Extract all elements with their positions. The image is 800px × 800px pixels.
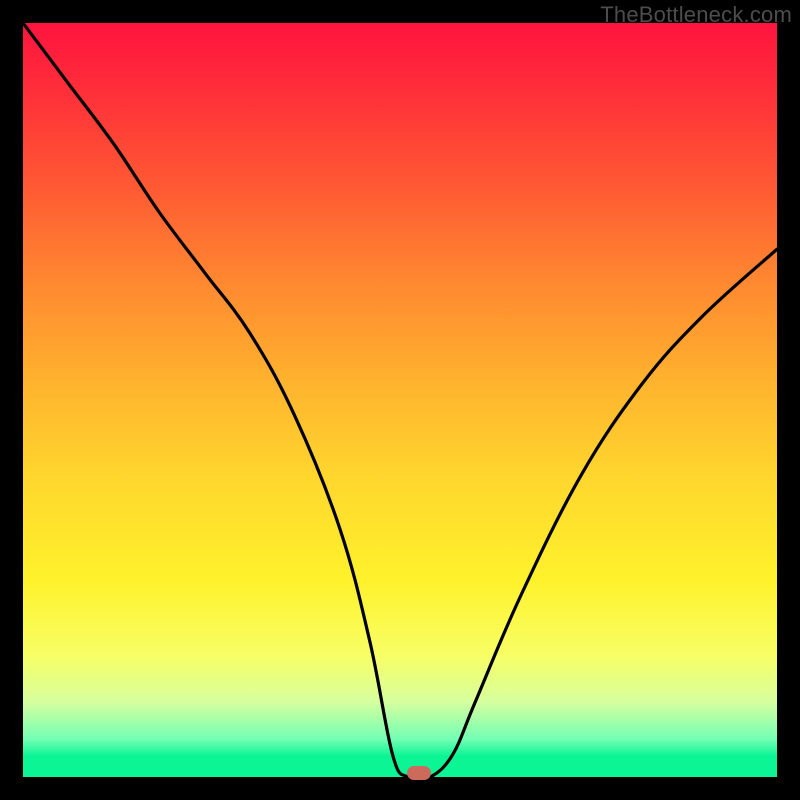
- bottleneck-curve: [23, 23, 777, 777]
- optimal-marker: [407, 766, 431, 780]
- watermark-text: TheBottleneck.com: [600, 2, 792, 28]
- chart-frame: TheBottleneck.com: [0, 0, 800, 800]
- plot-area: [23, 23, 777, 777]
